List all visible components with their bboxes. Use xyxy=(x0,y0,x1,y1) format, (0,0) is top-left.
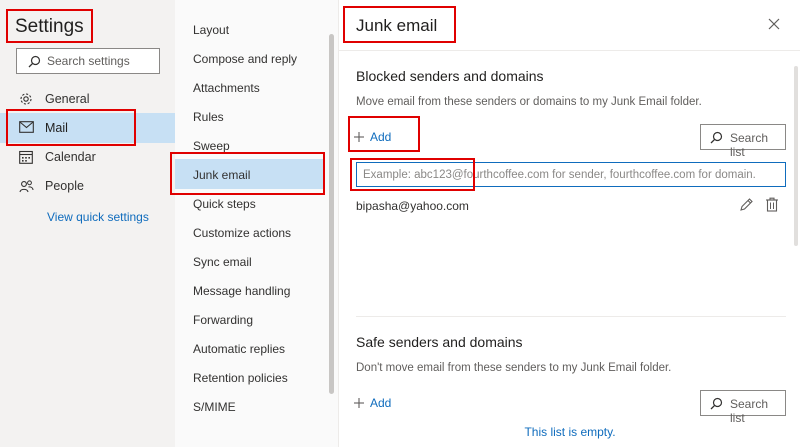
menu-item-customize-actions[interactable]: Customize actions xyxy=(175,217,323,247)
blocked-senders-description: Move email from these senders or domains… xyxy=(356,96,702,108)
close-button[interactable] xyxy=(766,16,782,32)
menu-item-label: S/MIME xyxy=(193,400,236,414)
menu-item-smime[interactable]: S/MIME xyxy=(175,391,323,421)
safe-senders-description: Don't move email from these senders to m… xyxy=(356,362,672,374)
safe-senders-title: Safe senders and domains xyxy=(356,334,523,350)
add-safe-sender-button[interactable]: Add xyxy=(354,396,391,414)
view-quick-settings-link[interactable]: View quick settings xyxy=(47,210,149,224)
search-settings-box[interactable] xyxy=(16,48,160,74)
nav-item-mail[interactable]: Mail xyxy=(0,113,175,143)
menu-item-sweep[interactable]: Sweep xyxy=(175,130,323,160)
menu-item-label: Sweep xyxy=(193,139,230,153)
search-blocked-list-button[interactable]: Search list xyxy=(700,124,786,159)
menu-item-label: Sync email xyxy=(193,255,252,269)
nav-item-label: Calendar xyxy=(45,150,96,164)
menu-item-label: Attachments xyxy=(193,81,260,95)
calendar-icon xyxy=(19,150,33,167)
menu-item-automatic-replies[interactable]: Automatic replies xyxy=(175,333,323,363)
menu-item-quick-steps[interactable]: Quick steps xyxy=(175,188,323,218)
menu-item-junk-email[interactable]: Junk email xyxy=(175,159,323,189)
blocked-sender-input[interactable] xyxy=(363,166,778,183)
gear-icon xyxy=(19,92,33,109)
empty-list-text: This list is empty. xyxy=(524,425,616,439)
menu-item-label: Customize actions xyxy=(193,226,292,240)
settings-title: Settings xyxy=(15,16,84,37)
page-title: Junk email xyxy=(356,16,438,35)
menu-item-label: Junk email xyxy=(193,168,251,182)
close-icon xyxy=(768,18,780,30)
section-divider xyxy=(356,316,786,317)
list-item: bipasha@yahoo.com xyxy=(356,197,786,215)
nav-item-people[interactable]: People xyxy=(0,171,175,201)
menu-item-compose-and-reply[interactable]: Compose and reply xyxy=(175,43,323,73)
menu-scrollbar[interactable] xyxy=(329,34,334,394)
menu-item-label: Retention policies xyxy=(193,371,288,385)
menu-item-label: Automatic replies xyxy=(193,342,286,356)
blocked-senders-title: Blocked senders and domains xyxy=(356,68,544,84)
edit-icon[interactable] xyxy=(739,197,754,215)
menu-item-label: Compose and reply xyxy=(193,52,298,66)
pane-scrollbar[interactable] xyxy=(794,66,798,246)
nav-item-label: Mail xyxy=(45,121,68,135)
add-blocked-sender-button[interactable]: Add xyxy=(354,130,391,148)
search-icon xyxy=(710,131,723,147)
search-icon xyxy=(710,397,723,413)
mail-settings-menu: Layout Compose and reply Attachments Rul… xyxy=(175,0,338,447)
blocked-sender-email: bipasha@yahoo.com xyxy=(356,199,469,213)
search-settings-input[interactable] xyxy=(47,52,155,70)
menu-item-message-handling[interactable]: Message handling xyxy=(175,275,323,305)
nav-item-label: People xyxy=(45,179,84,193)
add-label: Add xyxy=(370,130,392,144)
nav-item-label: General xyxy=(45,92,90,106)
junk-email-pane: Junk email Blocked senders and domains M… xyxy=(338,0,800,447)
menu-item-label: Rules xyxy=(193,110,224,124)
menu-item-label: Message handling xyxy=(193,284,291,298)
search-icon xyxy=(28,55,41,73)
menu-item-layout[interactable]: Layout xyxy=(175,14,323,44)
menu-item-attachments[interactable]: Attachments xyxy=(175,72,323,102)
add-label: Add xyxy=(370,396,392,410)
people-icon xyxy=(19,179,34,196)
plus-icon xyxy=(354,397,364,408)
search-safe-list-button[interactable]: Search list xyxy=(700,390,786,425)
nav-item-general[interactable]: General xyxy=(0,84,175,114)
mail-icon xyxy=(19,121,34,136)
nav-item-calendar[interactable]: Calendar xyxy=(0,142,175,172)
menu-item-rules[interactable]: Rules xyxy=(175,101,323,131)
menu-item-label: Layout xyxy=(193,23,230,37)
settings-sidebar: Settings General Mail Calendar People Vi… xyxy=(0,0,175,447)
menu-item-sync-email[interactable]: Sync email xyxy=(175,246,323,276)
menu-item-label: Forwarding xyxy=(193,313,254,327)
header-divider xyxy=(339,50,800,51)
menu-item-retention-policies[interactable]: Retention policies xyxy=(175,362,323,392)
plus-icon xyxy=(354,131,364,142)
menu-item-forwarding[interactable]: Forwarding xyxy=(175,304,323,334)
search-list-label: Search list xyxy=(730,131,769,159)
trash-icon[interactable] xyxy=(765,197,779,215)
search-list-label: Search list xyxy=(730,397,769,425)
menu-item-label: Quick steps xyxy=(193,197,256,211)
blocked-sender-input-box[interactable] xyxy=(356,162,786,187)
